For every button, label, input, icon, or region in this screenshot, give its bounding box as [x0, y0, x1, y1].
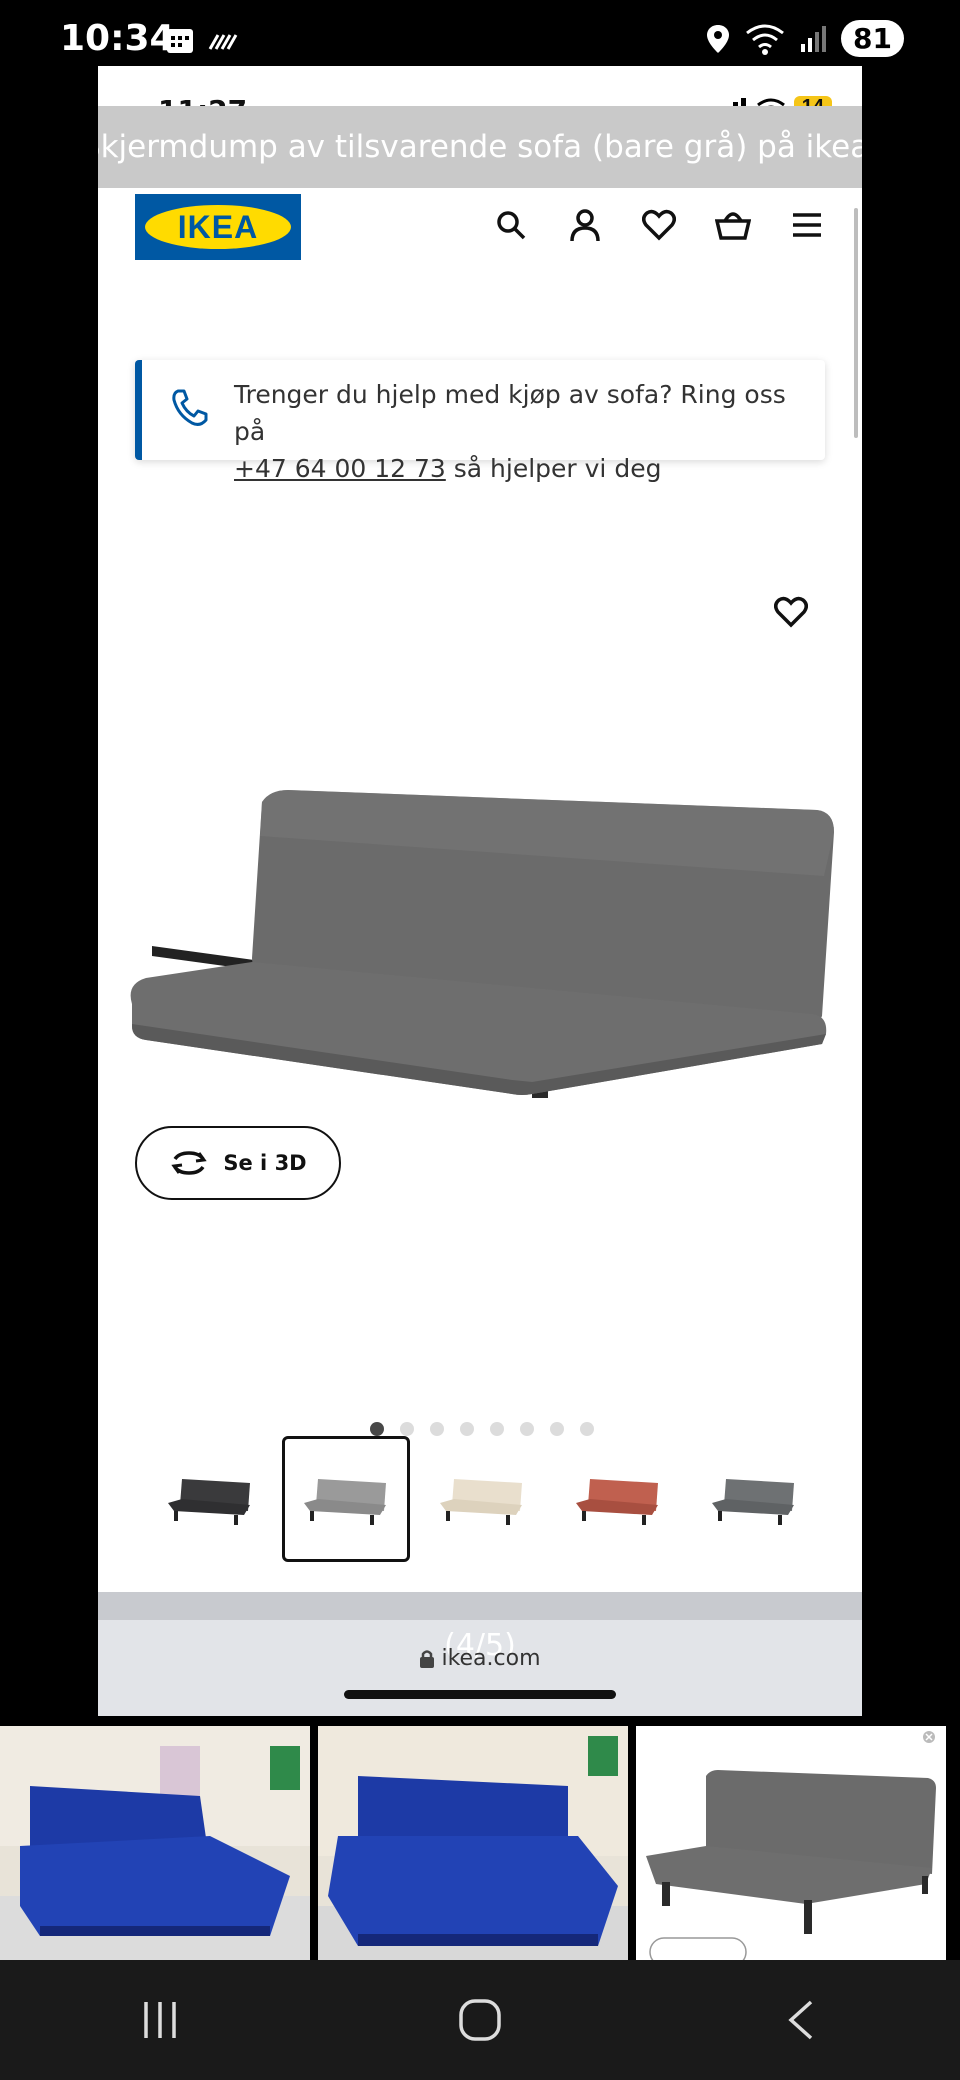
home-icon[interactable]	[420, 1980, 540, 2060]
outer-clock: 10:34	[60, 18, 175, 59]
carousel-dot[interactable]	[370, 1422, 384, 1436]
url-text: ikea.com	[441, 1646, 541, 1671]
wifi-icon	[746, 24, 784, 55]
lock-icon	[420, 1649, 435, 1668]
view-in-3d-button[interactable]: Se i 3D	[135, 1126, 341, 1200]
carousel-dot[interactable]	[400, 1422, 414, 1436]
image-thumbnail-strip	[0, 1726, 960, 1960]
thumbnail-blue-sofa-1[interactable]	[0, 1726, 310, 1960]
color-variants	[146, 1436, 826, 1562]
scrollbar[interactable]	[854, 208, 858, 438]
carousel-dots	[370, 1422, 594, 1436]
carousel-dot[interactable]	[550, 1422, 564, 1436]
browser-bottom-bar: (4/5) ikea.com	[98, 1592, 862, 1716]
carousel-dot[interactable]	[460, 1422, 474, 1436]
heart-icon[interactable]	[640, 206, 678, 244]
carousel-dot[interactable]	[520, 1422, 534, 1436]
variant-slate-gray[interactable]	[690, 1436, 818, 1562]
account-icon[interactable]	[566, 206, 604, 244]
caption-text: Skjermdump av tilsvarende sofa (bare grå…	[98, 129, 862, 165]
recent-apps-icon[interactable]	[100, 1980, 220, 2060]
variant-gray[interactable]	[282, 1436, 410, 1562]
variant-red[interactable]	[554, 1436, 682, 1562]
calendar-icon	[167, 29, 193, 53]
battery-indicator: 81	[841, 20, 904, 57]
caption-bar: Skjermdump av tilsvarende sofa (bare grå…	[98, 106, 862, 188]
screenshot-viewer: 11:27 14 Skjermdump av tilsvarende sofa …	[98, 66, 862, 1716]
url-bar[interactable]: ikea.com	[98, 1646, 862, 1671]
basket-icon[interactable]	[714, 206, 752, 244]
ikea-logo[interactable]: IKEA	[135, 194, 301, 260]
remove-thumbnail-icon[interactable]	[922, 1730, 936, 1744]
inner-status-bar: 11:27 14	[98, 66, 862, 127]
thumbnail-gray-sofa[interactable]	[636, 1726, 946, 1960]
logo-text: IKEA	[177, 208, 259, 245]
stylus-icon	[208, 34, 238, 50]
view-in-3d-label: Se i 3D	[223, 1151, 307, 1175]
phone-icon	[170, 388, 208, 433]
back-icon[interactable]	[740, 1980, 860, 2060]
help-banner: Trenger du hjelp med kjøp av sofa? Ring …	[135, 360, 825, 483]
carousel-dot[interactable]	[580, 1422, 594, 1436]
favorite-heart-icon[interactable]	[774, 596, 808, 633]
outer-status-bar: 10:34 81	[0, 0, 960, 66]
home-indicator	[344, 1690, 616, 1699]
variant-beige[interactable]	[418, 1436, 546, 1562]
rotate-3d-icon	[171, 1151, 208, 1175]
ikea-header: IKEA	[98, 188, 862, 298]
thumbnail-blue-sofa-2[interactable]	[318, 1726, 628, 1960]
carousel-dot[interactable]	[490, 1422, 504, 1436]
android-nav-bar	[0, 1960, 960, 2080]
menu-icon[interactable]	[788, 206, 826, 244]
search-icon[interactable]	[492, 206, 530, 244]
variant-dark-gray[interactable]	[146, 1436, 274, 1562]
location-icon	[707, 24, 730, 53]
product-gallery[interactable]: Se i 3D	[98, 466, 862, 1466]
signal-icon	[801, 25, 827, 52]
sofa-product-image	[130, 790, 834, 1098]
carousel-dot[interactable]	[430, 1422, 444, 1436]
